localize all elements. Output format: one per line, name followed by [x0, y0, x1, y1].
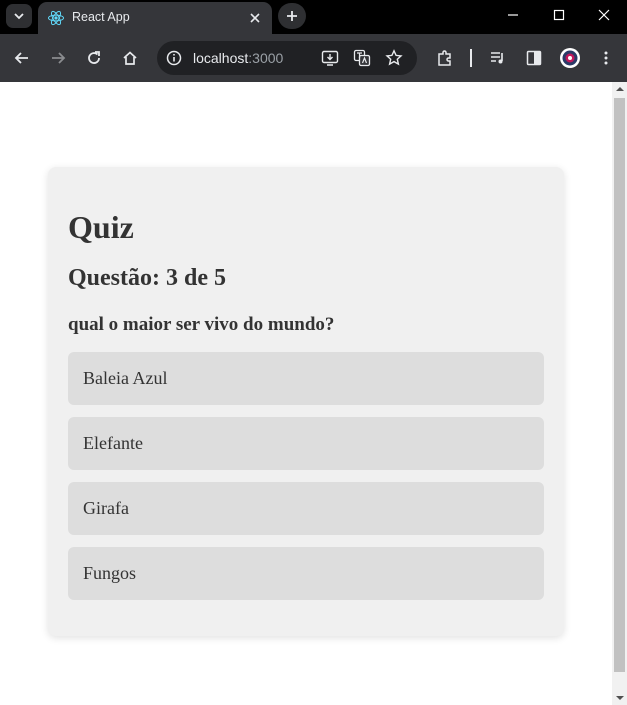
tab-close-button[interactable] [246, 9, 264, 27]
maximize-icon [553, 9, 565, 21]
scroll-down-arrow-icon [615, 696, 624, 700]
answer-option[interactable]: Elefante [68, 417, 544, 470]
scroll-up-button[interactable] [612, 82, 627, 96]
reload-icon [88, 51, 100, 64]
url-text: localhost:3000 [193, 50, 284, 66]
bookmark-star-icon[interactable] [385, 49, 403, 67]
answer-option[interactable]: Fungos [68, 547, 544, 600]
forward-button[interactable] [46, 46, 70, 70]
side-panel-button[interactable] [522, 46, 546, 70]
react-logo-icon [48, 10, 64, 26]
chevron-down-icon [14, 13, 24, 20]
tab-strip: React App [0, 0, 627, 34]
scroll-up-arrow-icon [615, 87, 624, 91]
profile-avatar[interactable] [558, 46, 582, 70]
scrollbar-thumb[interactable] [614, 98, 625, 672]
translate-icon[interactable] [353, 49, 371, 67]
extensions-button[interactable] [433, 46, 457, 70]
forward-arrow-icon [52, 52, 66, 64]
puzzle-icon [438, 50, 451, 66]
kebab-menu-icon [604, 51, 608, 65]
menu-button[interactable] [594, 46, 618, 70]
playlist-icon [491, 52, 503, 64]
close-icon [598, 9, 610, 21]
minimize-icon [508, 14, 518, 16]
browser-tab[interactable]: React App [38, 2, 272, 34]
question-progress: Questão: 3 de 5 [68, 265, 226, 291]
back-arrow-icon [14, 52, 28, 64]
media-controls-button[interactable] [486, 46, 510, 70]
answer-option[interactable]: Baleia Azul [68, 352, 544, 405]
toolbar-divider [470, 49, 472, 67]
quiz-card: Quiz Questão: 3 de 5 qual o maior ser vi… [48, 167, 564, 636]
tab-title: React App [72, 10, 130, 24]
question-text: qual o maior ser vivo do mundo? [68, 314, 335, 335]
maximize-button[interactable] [536, 0, 582, 30]
side-panel-icon [526, 50, 542, 66]
site-info-icon[interactable] [166, 50, 182, 66]
scroll-down-button[interactable] [612, 691, 627, 705]
plus-icon [287, 11, 297, 21]
minimize-button[interactable] [490, 0, 536, 30]
back-button[interactable] [10, 46, 34, 70]
browser-toolbar: localhost:3000 [0, 34, 627, 82]
quiz-title: Quiz [68, 209, 134, 245]
vertical-scrollbar[interactable] [612, 82, 627, 705]
address-bar[interactable]: localhost:3000 [157, 41, 417, 75]
close-icon [250, 13, 260, 23]
reload-button[interactable] [82, 46, 106, 70]
home-button[interactable] [118, 46, 142, 70]
new-tab-button[interactable] [278, 3, 306, 29]
answer-option[interactable]: Girafa [68, 482, 544, 535]
home-icon [123, 51, 137, 65]
avatar-icon [560, 48, 580, 68]
tab-search-button[interactable] [6, 4, 32, 28]
install-app-icon[interactable] [321, 49, 339, 67]
window-close-button[interactable] [581, 0, 627, 30]
page-viewport: Quiz Questão: 3 de 5 qual o maior ser vi… [0, 82, 612, 705]
